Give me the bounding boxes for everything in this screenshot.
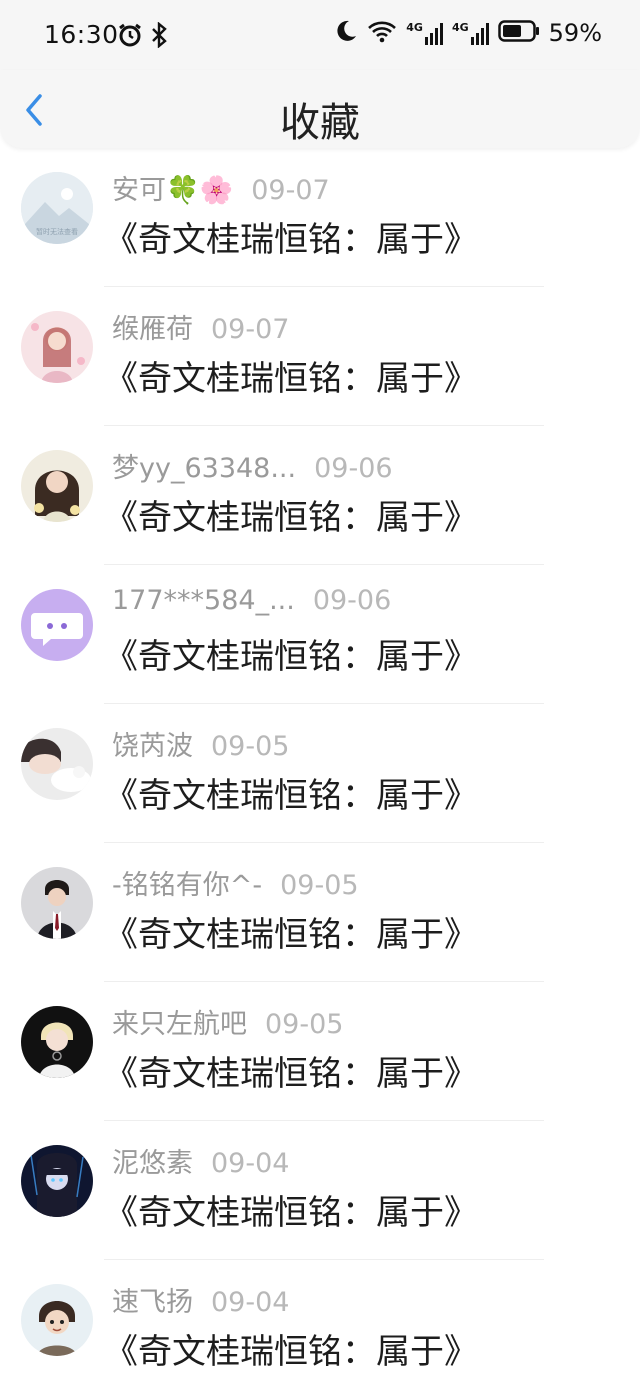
date: 09-05: [265, 1009, 344, 1040]
user-name: 177***584_...: [112, 585, 295, 616]
signal-4g-icon-2: 4G: [452, 22, 489, 45]
status-time: 16:30: [44, 20, 119, 49]
avatar: [21, 1284, 93, 1356]
item-title: 《奇文桂瑞恒铭：属于》: [104, 915, 478, 955]
status-bar: 16:30 4G 4G 59%: [0, 0, 640, 70]
avatar: 暂时无法查看: [21, 172, 93, 244]
wifi-icon: [367, 19, 397, 47]
user-name: 来只左航吧: [112, 1009, 247, 1040]
list-item[interactable]: 暂时无法查看 安可🍀🌸 09-07 《奇文桂瑞恒铭：属于》: [0, 148, 640, 287]
user-name: 速飞扬: [112, 1287, 193, 1318]
list-item[interactable]: 梦yy_63348... 09-06 《奇文桂瑞恒铭：属于》: [0, 426, 640, 565]
avatar: [21, 450, 93, 522]
user-name: 饶芮波: [112, 731, 193, 762]
header: 收藏: [0, 70, 640, 148]
item-title: 《奇文桂瑞恒铭：属于》: [104, 1193, 478, 1233]
avatar: [21, 867, 93, 939]
date: 09-06: [314, 453, 393, 484]
list-item[interactable]: 泥悠素 09-04 《奇文桂瑞恒铭：属于》: [0, 1121, 640, 1260]
favorites-list: 暂时无法查看 安可🍀🌸 09-07 《奇文桂瑞恒铭：属于》 缑雁荷 09-07 《奇…: [0, 148, 640, 1399]
date: 09-04: [211, 1148, 290, 1179]
user-name: 泥悠素: [112, 1148, 193, 1179]
date: 09-04: [211, 1287, 290, 1318]
avatar: [21, 728, 93, 800]
user-name: -铭铭有你^-: [112, 870, 263, 901]
list-item[interactable]: 速飞扬 09-04 《奇文桂瑞恒铭：属于》: [0, 1260, 640, 1399]
item-title: 《奇文桂瑞恒铭：属于》: [104, 359, 478, 399]
list-item[interactable]: 177***584_... 09-06 《奇文桂瑞恒铭：属于》: [0, 565, 640, 704]
list-item[interactable]: 饶芮波 09-05 《奇文桂瑞恒铭：属于》: [0, 704, 640, 843]
avatar: [21, 311, 93, 383]
item-title: 《奇文桂瑞恒铭：属于》: [104, 1054, 478, 1094]
avatar: [21, 1145, 93, 1217]
user-name: 梦yy_63348...: [112, 453, 297, 484]
date: 09-06: [312, 585, 392, 616]
item-title: 《奇文桂瑞恒铭：属于》: [104, 220, 478, 260]
item-title: 《奇文桂瑞恒铭：属于》: [104, 776, 478, 816]
item-title: 《奇文桂瑞恒铭：属于》: [104, 637, 478, 677]
bluetooth-icon: [151, 21, 167, 52]
list-item[interactable]: 缑雁荷 09-07 《奇文桂瑞恒铭：属于》: [0, 287, 640, 426]
list-item[interactable]: -铭铭有你^- 09-05 《奇文桂瑞恒铭：属于》: [0, 843, 640, 982]
avatar: [21, 1006, 93, 1078]
battery-percent: 59%: [548, 19, 602, 47]
date: 09-07: [251, 175, 330, 206]
user-name: 安可🍀🌸: [112, 175, 234, 206]
moon-icon: [334, 19, 358, 47]
avatar: [21, 589, 93, 661]
signal-4g-icon: 4G: [406, 22, 443, 45]
list-item[interactable]: 来只左航吧 09-05 《奇文桂瑞恒铭：属于》: [0, 982, 640, 1121]
page-title: 收藏: [280, 100, 360, 146]
svg-text:暂时无法查看: 暂时无法查看: [36, 227, 78, 236]
date: 09-07: [211, 314, 290, 345]
date: 09-05: [280, 870, 359, 901]
battery-icon: [497, 20, 540, 46]
alarm-icon: [117, 22, 143, 52]
user-name: 缑雁荷: [112, 314, 193, 345]
item-title: 《奇文桂瑞恒铭：属于》: [104, 498, 478, 538]
item-title: 《奇文桂瑞恒铭：属于》: [104, 1332, 478, 1372]
date: 09-05: [211, 731, 290, 762]
